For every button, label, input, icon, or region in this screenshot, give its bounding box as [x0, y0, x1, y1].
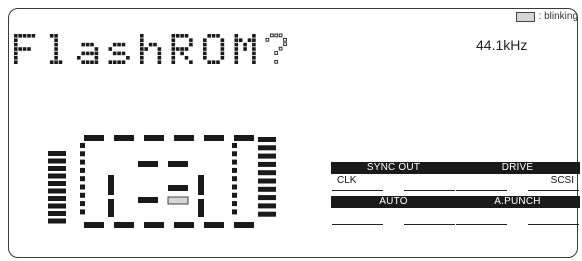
dot-char: [49, 34, 63, 64]
segment-dash: [198, 199, 204, 217]
dot-char: [234, 34, 256, 64]
segment-indicator-graphic: [48, 135, 276, 228]
segment-bar: [258, 137, 276, 142]
segment-dash: [168, 185, 188, 191]
segment-dash: [234, 135, 254, 141]
dot-matrix-text: [14, 33, 287, 64]
a-punch-box: A.PUNCH: [455, 196, 580, 228]
segment-bar: [258, 170, 276, 176]
segment-dash: [84, 222, 104, 228]
drive-title: DRIVE: [455, 162, 580, 174]
segment-bar: [258, 145, 276, 151]
segment-bar: [258, 178, 276, 184]
drive-box: DRIVE SCSI: [455, 162, 580, 194]
segment-bar: [258, 195, 276, 201]
segment-bar: [80, 192, 85, 198]
drive-value: SCSI: [550, 175, 574, 186]
sync-out-box: SYNC OUT CLK: [331, 162, 456, 194]
segment-dash: [144, 135, 164, 141]
a-punch-title: A.PUNCH: [455, 196, 580, 208]
segment-bar: [232, 176, 237, 182]
segment-bar: [232, 184, 237, 190]
segment-dash: [204, 135, 224, 141]
blink-legend: : blinking: [515, 11, 578, 22]
segment-dash: [114, 222, 134, 228]
segment-bar: [80, 209, 85, 215]
dot-char: [171, 34, 193, 64]
dot-char: [203, 34, 225, 64]
auto-box: AUTO: [331, 196, 456, 228]
dot-matrix-message: [14, 30, 304, 70]
segment-bar: [80, 143, 85, 148]
blinking-segment: [167, 196, 189, 205]
segment-bar: [48, 211, 66, 216]
segment-bar: [48, 203, 66, 209]
segment-dash: [114, 135, 134, 141]
dot-char: [14, 34, 36, 64]
segment-dash: [174, 222, 194, 228]
segment-bar: [258, 153, 276, 159]
segment-bar: [80, 201, 85, 207]
sample-rate: 44.1kHz: [476, 37, 528, 53]
segment-bar: [80, 151, 85, 157]
segment-dash: [108, 175, 114, 195]
segment-bar: [232, 167, 237, 173]
dot-char: [265, 33, 287, 64]
segment-dash: [174, 135, 194, 141]
segment-bar: [80, 176, 85, 182]
segment-dash: [234, 222, 254, 228]
segment-bar: [48, 173, 66, 179]
segment-dash: [198, 175, 204, 195]
segment-dash: [168, 161, 188, 167]
segment-bar: [232, 201, 237, 207]
segment-dash: [84, 135, 104, 141]
segment-dash: [138, 161, 158, 167]
segment-dash: [108, 199, 114, 217]
dot-char: [108, 42, 130, 64]
segment-bar: [258, 186, 276, 192]
segment-bar: [232, 192, 237, 198]
segment-indicator: [48, 135, 278, 235]
segment-bar: [48, 196, 66, 201]
dot-char: [140, 34, 162, 64]
segment-bar: [48, 166, 66, 171]
segment-bar: [48, 151, 66, 156]
segment-bar: [80, 184, 85, 190]
segment-dash: [138, 197, 158, 203]
segment-bar: [48, 158, 66, 164]
segment-bar: [80, 167, 85, 173]
segment-bar: [48, 218, 66, 224]
sync-out-title: SYNC OUT: [331, 162, 456, 174]
auto-title: AUTO: [331, 196, 456, 208]
segment-dash: [204, 222, 224, 228]
segment-dash: [144, 222, 164, 228]
segment-bar: [258, 211, 276, 217]
segment-bar: [232, 209, 237, 215]
dot-char: [77, 42, 99, 64]
blink-legend-label: : blinking: [538, 11, 578, 22]
segment-bar: [232, 151, 237, 157]
blink-swatch: [515, 11, 535, 22]
segment-bar: [80, 159, 85, 165]
segment-bar: [48, 181, 66, 186]
segment-bar: [232, 159, 237, 165]
sync-out-value: CLK: [337, 175, 357, 186]
segment-bar: [48, 188, 66, 194]
segment-bar: [258, 203, 276, 209]
segment-bar: [258, 161, 276, 167]
segment-bar: [232, 143, 237, 148]
